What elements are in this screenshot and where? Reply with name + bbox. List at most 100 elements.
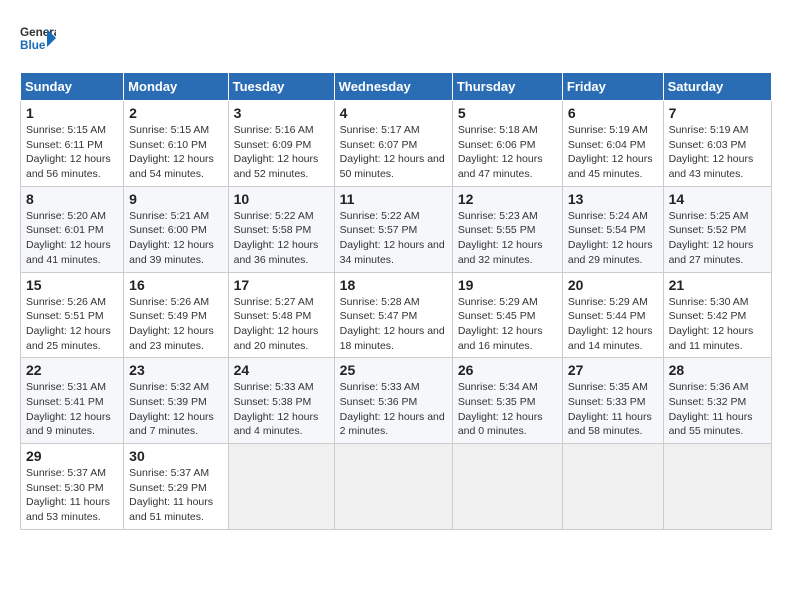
calendar-cell: 27 Sunrise: 5:35 AM Sunset: 5:33 PM Dayl…: [562, 358, 663, 444]
day-info: Sunrise: 5:37 AM Sunset: 5:30 PM Dayligh…: [26, 466, 118, 525]
calendar-week-5: 29 Sunrise: 5:37 AM Sunset: 5:30 PM Dayl…: [21, 444, 772, 530]
calendar-cell: 30 Sunrise: 5:37 AM Sunset: 5:29 PM Dayl…: [124, 444, 228, 530]
day-info: Sunrise: 5:33 AM Sunset: 5:36 PM Dayligh…: [340, 380, 447, 439]
calendar-cell: 24 Sunrise: 5:33 AM Sunset: 5:38 PM Dayl…: [228, 358, 334, 444]
calendar-cell: 22 Sunrise: 5:31 AM Sunset: 5:41 PM Dayl…: [21, 358, 124, 444]
day-info: Sunrise: 5:19 AM Sunset: 6:03 PM Dayligh…: [669, 123, 766, 182]
calendar-week-1: 1 Sunrise: 5:15 AM Sunset: 6:11 PM Dayli…: [21, 101, 772, 187]
day-number: 11: [340, 191, 447, 207]
calendar-cell: 1 Sunrise: 5:15 AM Sunset: 6:11 PM Dayli…: [21, 101, 124, 187]
logo-icon: General Blue: [20, 20, 56, 56]
day-number: 17: [234, 277, 329, 293]
calendar-cell: [228, 444, 334, 530]
calendar-cell: 16 Sunrise: 5:26 AM Sunset: 5:49 PM Dayl…: [124, 272, 228, 358]
weekday-header-wednesday: Wednesday: [334, 73, 452, 101]
day-number: 10: [234, 191, 329, 207]
calendar-cell: 26 Sunrise: 5:34 AM Sunset: 5:35 PM Dayl…: [452, 358, 562, 444]
day-number: 4: [340, 105, 447, 121]
day-info: Sunrise: 5:29 AM Sunset: 5:44 PM Dayligh…: [568, 295, 658, 354]
day-number: 7: [669, 105, 766, 121]
day-info: Sunrise: 5:33 AM Sunset: 5:38 PM Dayligh…: [234, 380, 329, 439]
calendar-cell: [663, 444, 771, 530]
calendar-cell: 4 Sunrise: 5:17 AM Sunset: 6:07 PM Dayli…: [334, 101, 452, 187]
calendar-cell: 19 Sunrise: 5:29 AM Sunset: 5:45 PM Dayl…: [452, 272, 562, 358]
day-info: Sunrise: 5:15 AM Sunset: 6:10 PM Dayligh…: [129, 123, 222, 182]
day-info: Sunrise: 5:29 AM Sunset: 5:45 PM Dayligh…: [458, 295, 557, 354]
day-number: 26: [458, 362, 557, 378]
calendar-cell: 23 Sunrise: 5:32 AM Sunset: 5:39 PM Dayl…: [124, 358, 228, 444]
calendar-cell: 28 Sunrise: 5:36 AM Sunset: 5:32 PM Dayl…: [663, 358, 771, 444]
day-number: 18: [340, 277, 447, 293]
calendar-cell: 18 Sunrise: 5:28 AM Sunset: 5:47 PM Dayl…: [334, 272, 452, 358]
day-number: 6: [568, 105, 658, 121]
calendar-cell: 6 Sunrise: 5:19 AM Sunset: 6:04 PM Dayli…: [562, 101, 663, 187]
day-info: Sunrise: 5:25 AM Sunset: 5:52 PM Dayligh…: [669, 209, 766, 268]
day-info: Sunrise: 5:24 AM Sunset: 5:54 PM Dayligh…: [568, 209, 658, 268]
calendar-cell: 13 Sunrise: 5:24 AM Sunset: 5:54 PM Dayl…: [562, 186, 663, 272]
day-info: Sunrise: 5:34 AM Sunset: 5:35 PM Dayligh…: [458, 380, 557, 439]
day-info: Sunrise: 5:16 AM Sunset: 6:09 PM Dayligh…: [234, 123, 329, 182]
calendar-cell: 3 Sunrise: 5:16 AM Sunset: 6:09 PM Dayli…: [228, 101, 334, 187]
calendar-cell: 2 Sunrise: 5:15 AM Sunset: 6:10 PM Dayli…: [124, 101, 228, 187]
weekday-header-saturday: Saturday: [663, 73, 771, 101]
day-info: Sunrise: 5:32 AM Sunset: 5:39 PM Dayligh…: [129, 380, 222, 439]
day-number: 12: [458, 191, 557, 207]
calendar-cell: 20 Sunrise: 5:29 AM Sunset: 5:44 PM Dayl…: [562, 272, 663, 358]
calendar-cell: 14 Sunrise: 5:25 AM Sunset: 5:52 PM Dayl…: [663, 186, 771, 272]
day-info: Sunrise: 5:31 AM Sunset: 5:41 PM Dayligh…: [26, 380, 118, 439]
day-info: Sunrise: 5:28 AM Sunset: 5:47 PM Dayligh…: [340, 295, 447, 354]
calendar-cell: [334, 444, 452, 530]
day-info: Sunrise: 5:26 AM Sunset: 5:49 PM Dayligh…: [129, 295, 222, 354]
day-number: 13: [568, 191, 658, 207]
weekday-header-thursday: Thursday: [452, 73, 562, 101]
day-info: Sunrise: 5:19 AM Sunset: 6:04 PM Dayligh…: [568, 123, 658, 182]
day-number: 14: [669, 191, 766, 207]
day-info: Sunrise: 5:26 AM Sunset: 5:51 PM Dayligh…: [26, 295, 118, 354]
calendar-cell: 11 Sunrise: 5:22 AM Sunset: 5:57 PM Dayl…: [334, 186, 452, 272]
day-number: 23: [129, 362, 222, 378]
day-info: Sunrise: 5:21 AM Sunset: 6:00 PM Dayligh…: [129, 209, 222, 268]
calendar-week-2: 8 Sunrise: 5:20 AM Sunset: 6:01 PM Dayli…: [21, 186, 772, 272]
calendar-week-4: 22 Sunrise: 5:31 AM Sunset: 5:41 PM Dayl…: [21, 358, 772, 444]
calendar-cell: 17 Sunrise: 5:27 AM Sunset: 5:48 PM Dayl…: [228, 272, 334, 358]
day-info: Sunrise: 5:22 AM Sunset: 5:58 PM Dayligh…: [234, 209, 329, 268]
day-number: 22: [26, 362, 118, 378]
day-number: 25: [340, 362, 447, 378]
day-number: 1: [26, 105, 118, 121]
calendar-table: SundayMondayTuesdayWednesdayThursdayFrid…: [20, 72, 772, 530]
weekday-header-sunday: Sunday: [21, 73, 124, 101]
day-number: 3: [234, 105, 329, 121]
calendar-cell: [562, 444, 663, 530]
day-number: 21: [669, 277, 766, 293]
day-number: 27: [568, 362, 658, 378]
weekday-header-tuesday: Tuesday: [228, 73, 334, 101]
calendar-cell: 5 Sunrise: 5:18 AM Sunset: 6:06 PM Dayli…: [452, 101, 562, 187]
calendar-cell: 25 Sunrise: 5:33 AM Sunset: 5:36 PM Dayl…: [334, 358, 452, 444]
logo: General Blue: [20, 20, 56, 56]
day-number: 16: [129, 277, 222, 293]
calendar-cell: [452, 444, 562, 530]
day-number: 24: [234, 362, 329, 378]
day-number: 5: [458, 105, 557, 121]
calendar-cell: 15 Sunrise: 5:26 AM Sunset: 5:51 PM Dayl…: [21, 272, 124, 358]
day-info: Sunrise: 5:18 AM Sunset: 6:06 PM Dayligh…: [458, 123, 557, 182]
day-number: 9: [129, 191, 222, 207]
day-info: Sunrise: 5:36 AM Sunset: 5:32 PM Dayligh…: [669, 380, 766, 439]
page-header: General Blue: [20, 20, 772, 56]
day-info: Sunrise: 5:17 AM Sunset: 6:07 PM Dayligh…: [340, 123, 447, 182]
day-info: Sunrise: 5:20 AM Sunset: 6:01 PM Dayligh…: [26, 209, 118, 268]
day-info: Sunrise: 5:23 AM Sunset: 5:55 PM Dayligh…: [458, 209, 557, 268]
calendar-cell: 12 Sunrise: 5:23 AM Sunset: 5:55 PM Dayl…: [452, 186, 562, 272]
day-info: Sunrise: 5:27 AM Sunset: 5:48 PM Dayligh…: [234, 295, 329, 354]
calendar-cell: 9 Sunrise: 5:21 AM Sunset: 6:00 PM Dayli…: [124, 186, 228, 272]
weekday-header-monday: Monday: [124, 73, 228, 101]
calendar-week-3: 15 Sunrise: 5:26 AM Sunset: 5:51 PM Dayl…: [21, 272, 772, 358]
day-number: 8: [26, 191, 118, 207]
day-number: 28: [669, 362, 766, 378]
svg-text:Blue: Blue: [20, 39, 46, 52]
day-info: Sunrise: 5:22 AM Sunset: 5:57 PM Dayligh…: [340, 209, 447, 268]
day-number: 30: [129, 448, 222, 464]
calendar-cell: 21 Sunrise: 5:30 AM Sunset: 5:42 PM Dayl…: [663, 272, 771, 358]
calendar-cell: 8 Sunrise: 5:20 AM Sunset: 6:01 PM Dayli…: [21, 186, 124, 272]
day-number: 20: [568, 277, 658, 293]
